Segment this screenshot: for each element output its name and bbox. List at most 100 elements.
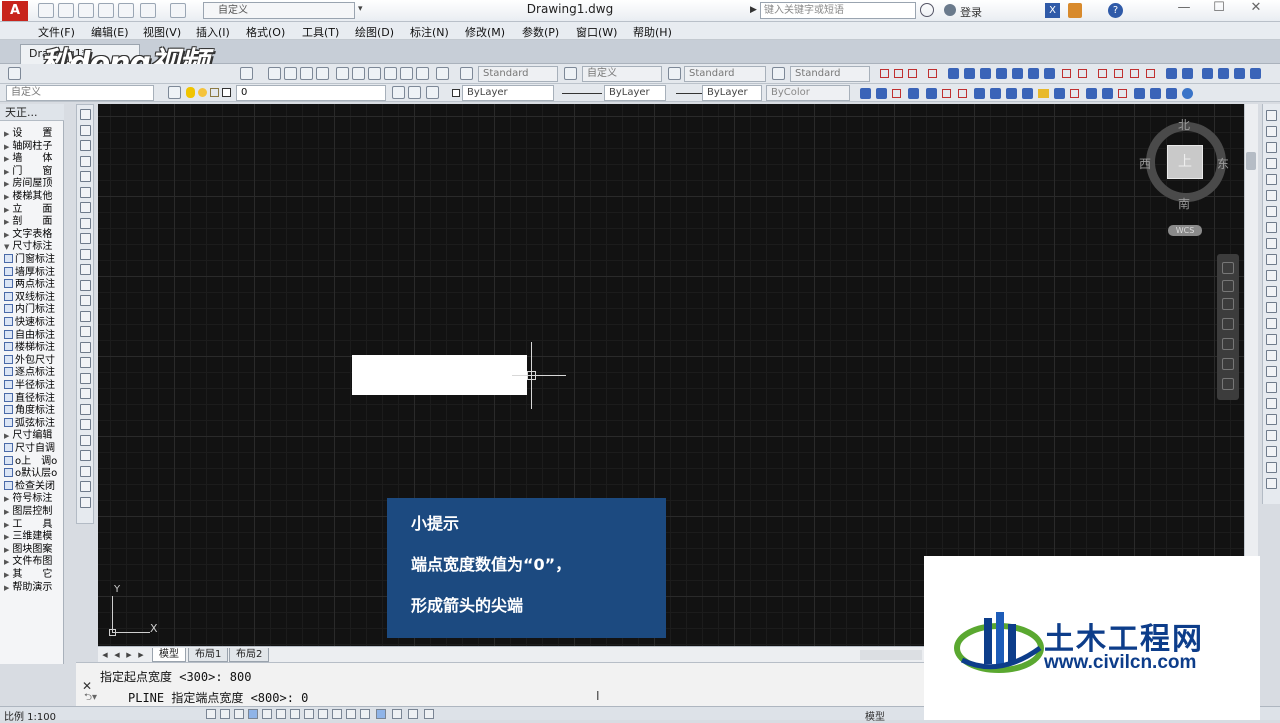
- tianzheng-menu-item[interactable]: 弧弦标注: [4, 417, 62, 430]
- draw-tool-icon[interactable]: [80, 496, 91, 508]
- polar-icon[interactable]: [262, 709, 272, 719]
- tianzheng-menu-item[interactable]: ▶ 墙 体: [4, 153, 62, 165]
- workspace-dropdown[interactable]: 自定义: [203, 2, 355, 19]
- user-icon[interactable]: [944, 4, 956, 16]
- dim-baseline-icon[interactable]: [1028, 68, 1039, 79]
- grid-icon[interactable]: [234, 709, 244, 719]
- tz-tool-6-icon[interactable]: [942, 89, 951, 98]
- modify-tool-icon[interactable]: [1266, 174, 1277, 185]
- tz-tool-12-icon[interactable]: [1054, 88, 1065, 99]
- modify-tool-icon[interactable]: [1266, 110, 1277, 121]
- first-layout-icon[interactable]: ◀: [100, 650, 110, 660]
- viewcube-top-face[interactable]: 上: [1167, 145, 1203, 179]
- last-layout-icon[interactable]: ▶: [136, 650, 146, 660]
- draw-tool-icon[interactable]: [80, 465, 91, 477]
- dim-style-icon[interactable]: [564, 67, 577, 80]
- command-line[interactable]: ✕ 指定起点宽度 <300>: 800 ⮌▾ PLINE 指定端点宽度 <800…: [76, 662, 924, 706]
- draw-tool-icon[interactable]: [80, 264, 91, 275]
- tianzheng-menu-item[interactable]: o上 调o: [4, 455, 62, 468]
- tianzheng-menu-item[interactable]: ▶ 文件布图: [4, 556, 62, 568]
- layer-previous-icon[interactable]: [408, 86, 421, 99]
- tz-tool-14-icon[interactable]: [1086, 88, 1097, 99]
- modify-tool-icon[interactable]: [1266, 382, 1277, 393]
- dim-angular-icon[interactable]: [996, 68, 1007, 79]
- menu-window[interactable]: 窗口(W): [576, 24, 617, 40]
- tz-tool-15-icon[interactable]: [1102, 88, 1113, 99]
- osnap-icon[interactable]: [276, 709, 286, 719]
- open-file-icon[interactable]: [58, 3, 74, 18]
- linetype-dropdown[interactable]: ByLayer: [604, 85, 666, 101]
- horizontal-scrollbar[interactable]: [860, 650, 922, 660]
- tz-tool-4-icon[interactable]: [908, 88, 919, 99]
- jogged-linear-icon[interactable]: [1146, 69, 1155, 78]
- dim-continue-icon[interactable]: [1044, 68, 1055, 79]
- tianzheng-menu-item[interactable]: 内门标注: [4, 304, 62, 316]
- calculator-icon[interactable]: [416, 67, 429, 80]
- tab-layout2[interactable]: 布局2: [229, 648, 270, 662]
- quick-dim-icon[interactable]: [1012, 68, 1023, 79]
- next-layout-icon[interactable]: ▶: [124, 650, 134, 660]
- tianzheng-menu-item[interactable]: ▶ 符号标注: [4, 493, 62, 505]
- menu-help[interactable]: 帮助(H): [633, 24, 672, 40]
- menu-tools[interactable]: 工具(T): [302, 24, 339, 40]
- snap-icon[interactable]: [220, 709, 230, 719]
- compass-east[interactable]: 东: [1217, 155, 1229, 172]
- tianzheng-menu-item[interactable]: ▶ 工 具: [4, 519, 62, 531]
- vertical-scrollbar-thumb[interactable]: [1246, 152, 1256, 170]
- modify-tool-icon[interactable]: [1266, 302, 1277, 313]
- status-extra-icon[interactable]: [424, 709, 434, 719]
- dim-update-icon[interactable]: [1202, 68, 1213, 79]
- tianzheng-menu-item[interactable]: 半径标注: [4, 380, 62, 392]
- help-tb-icon[interactable]: [436, 67, 449, 80]
- compass-south[interactable]: 南: [1178, 195, 1190, 212]
- draw-tool-icon[interactable]: [80, 403, 91, 415]
- draw-tool-icon[interactable]: [80, 372, 91, 384]
- tianzheng-menu-item[interactable]: ▶ 尺寸编辑: [4, 430, 62, 442]
- 3dosnap-icon[interactable]: [290, 709, 300, 719]
- draw-tool-icon[interactable]: [80, 279, 91, 291]
- mleader-style-dropdown[interactable]: Standard: [790, 66, 870, 82]
- modify-tool-icon[interactable]: [1266, 446, 1277, 457]
- compass-north[interactable]: 北: [1178, 116, 1190, 133]
- exchange-icon[interactable]: X: [1045, 3, 1060, 18]
- print-icon[interactable]: [118, 3, 134, 18]
- otrack-icon[interactable]: [304, 709, 314, 719]
- tianzheng-menu-item[interactable]: 双线标注: [4, 291, 62, 304]
- tz-tool-16-icon[interactable]: [1118, 89, 1127, 98]
- dim-text-edit-icon[interactable]: [1182, 68, 1193, 79]
- modify-tool-icon[interactable]: [1266, 158, 1277, 169]
- layer-freeze-icon[interactable]: [198, 88, 207, 97]
- annotation-scale[interactable]: 比例 1:100: [4, 708, 56, 723]
- table-style-icon[interactable]: [668, 67, 681, 80]
- sheet-set-icon[interactable]: [384, 67, 397, 80]
- tianzheng-menu-item[interactable]: ▶ 帮助演示: [4, 582, 62, 594]
- tianzheng-menu-item[interactable]: 墙厚标注: [4, 266, 62, 279]
- matchprop-icon[interactable]: [240, 67, 253, 80]
- zoom-realtime-icon[interactable]: [284, 67, 297, 80]
- save-as-icon[interactable]: [98, 3, 114, 18]
- tianzheng-menu-item[interactable]: o默认层o: [4, 468, 62, 480]
- tz-tool-1-icon[interactable]: [860, 88, 871, 99]
- plotstyle-dropdown[interactable]: ByColor: [766, 85, 850, 101]
- tz-tool-17-icon[interactable]: [1134, 88, 1145, 99]
- tpy-icon[interactable]: [360, 709, 370, 719]
- draw-tool-icon[interactable]: [80, 434, 91, 446]
- design-center-icon[interactable]: [352, 67, 365, 80]
- tianzheng-menu-item[interactable]: ▶ 立 面: [4, 204, 62, 216]
- ortho-icon[interactable]: [248, 709, 258, 719]
- draw-tool-icon[interactable]: [80, 155, 91, 167]
- modify-tool-icon[interactable]: [1266, 366, 1277, 377]
- menu-dimension[interactable]: 标注(N): [410, 24, 449, 40]
- mleader-style-icon[interactable]: [772, 67, 785, 80]
- draw-tool-icon[interactable]: [80, 171, 91, 182]
- undo-icon[interactable]: [140, 3, 156, 18]
- dim-jogged-icon[interactable]: [964, 68, 975, 79]
- tianzheng-menu-item[interactable]: 外包尺寸: [4, 354, 62, 367]
- modify-tool-icon[interactable]: [1266, 126, 1277, 137]
- layer-on-icon[interactable]: [186, 87, 195, 98]
- nav-orbit-icon[interactable]: [1222, 318, 1234, 330]
- tz-tool-9-icon[interactable]: [990, 88, 1001, 99]
- sc-icon[interactable]: [392, 709, 402, 719]
- lwt-icon[interactable]: [346, 709, 356, 719]
- properties-icon[interactable]: [336, 67, 349, 80]
